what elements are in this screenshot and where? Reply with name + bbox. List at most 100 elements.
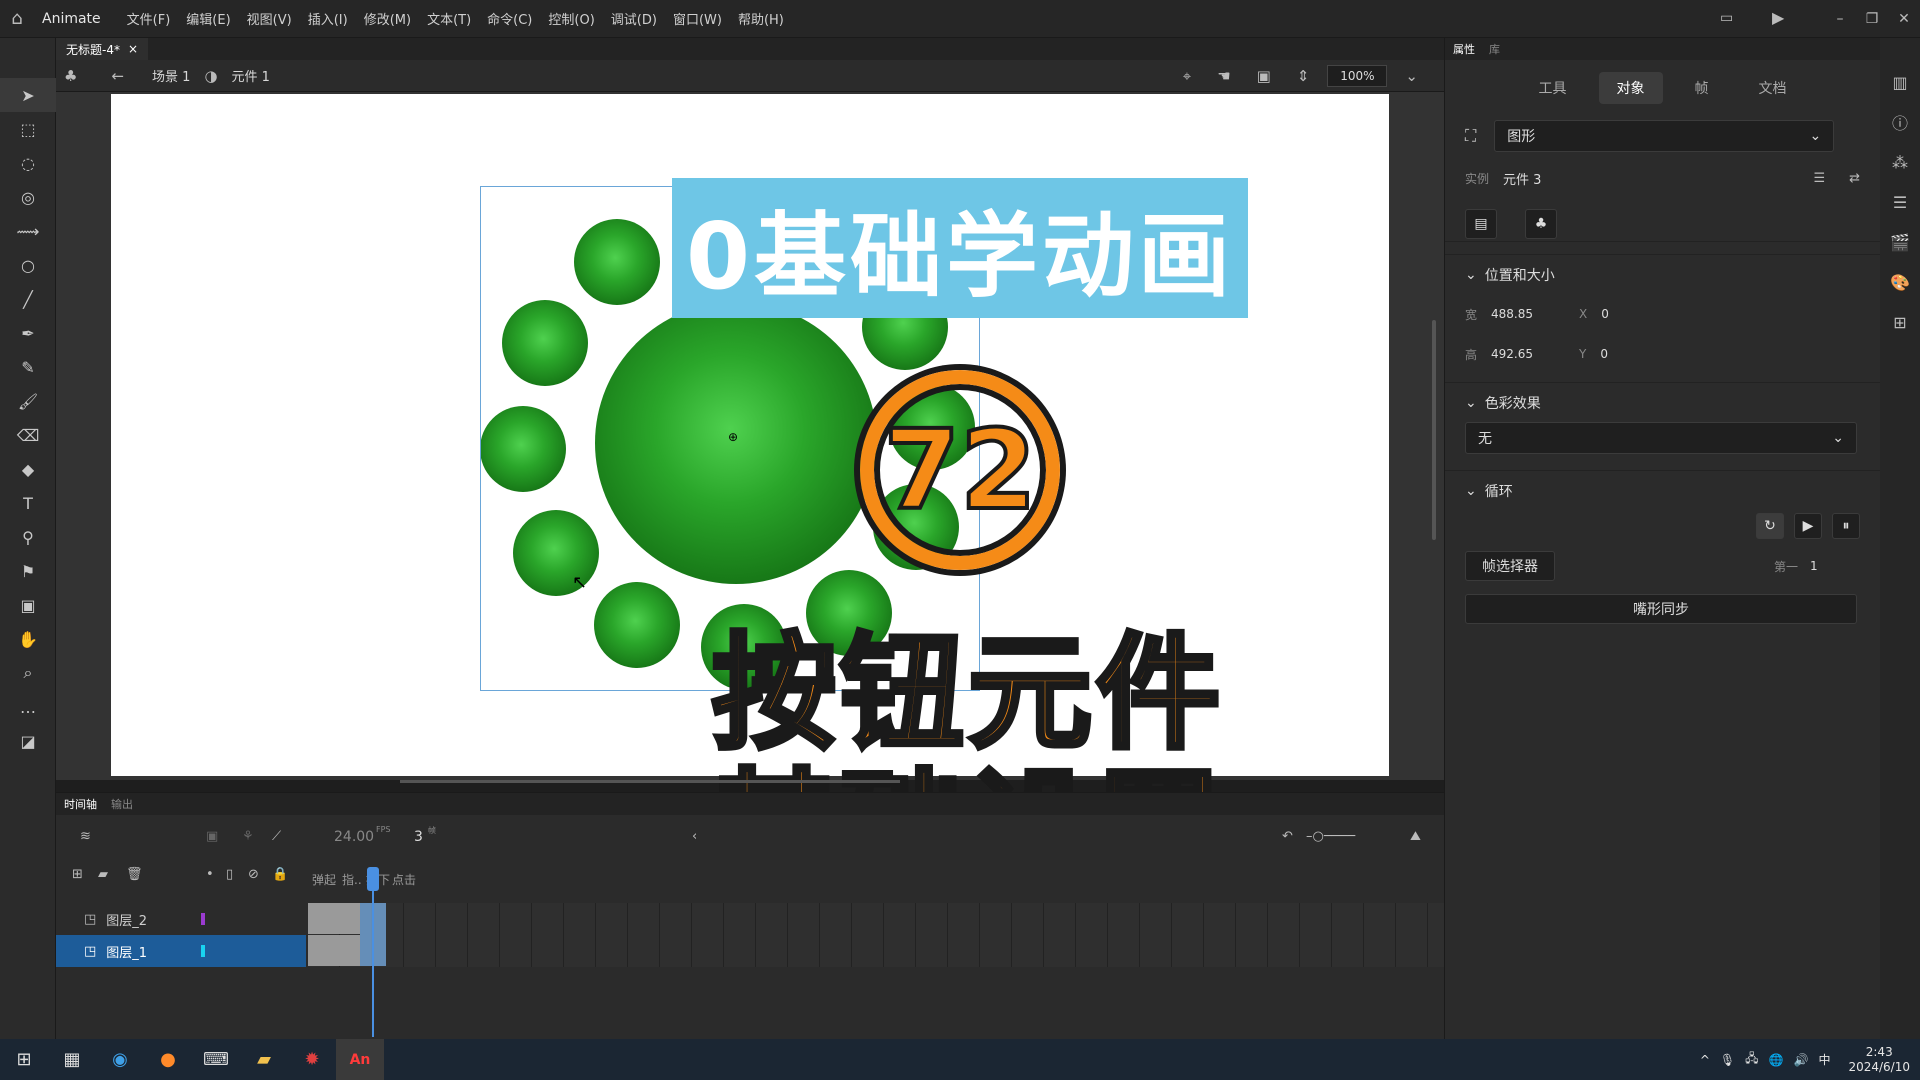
- hand-tool-icon[interactable]: ✋: [0, 622, 56, 656]
- task-view-icon[interactable]: ▦: [48, 1039, 96, 1080]
- stage-hand-icon[interactable]: ☚: [1209, 67, 1238, 85]
- workspace-icon[interactable]: ▭: [1720, 10, 1733, 26]
- motion-presets-icon[interactable]: ⁂: [1880, 142, 1920, 182]
- menu-window[interactable]: 窗口(W): [665, 9, 730, 28]
- align-icon[interactable]: ☰: [1880, 182, 1920, 222]
- edit-symbol-icon[interactable]: ▤: [1465, 208, 1497, 239]
- single-frame-icon[interactable]: ⏸: [1832, 513, 1860, 539]
- stroke-fill-color-icon[interactable]: ◪: [0, 724, 56, 758]
- mountain-icon[interactable]: ⛰: [1410, 829, 1421, 844]
- firefox-icon[interactable]: ●: [144, 1039, 192, 1080]
- layer-name[interactable]: 图层_1: [106, 942, 147, 961]
- outline-icon[interactable]: ▯: [226, 867, 233, 882]
- windows-start-icon[interactable]: ⊞: [0, 1039, 48, 1080]
- folder-icon[interactable]: ▰: [98, 867, 108, 882]
- tab-object[interactable]: 对象: [1598, 72, 1663, 104]
- keyframe-span[interactable]: [308, 935, 360, 966]
- new-layer-icon[interactable]: ⊞: [72, 867, 83, 882]
- loop-section[interactable]: ⌄ 循环: [1445, 470, 1880, 510]
- layers-icon[interactable]: ≋: [80, 829, 91, 844]
- menu-help[interactable]: 帮助(H): [730, 9, 792, 28]
- brush-icon[interactable]: 🖌: [0, 384, 56, 418]
- zoom-dropdown-icon[interactable]: ⌄: [1397, 67, 1426, 85]
- pen-tool-icon[interactable]: ✒: [0, 316, 56, 350]
- layer-row[interactable]: ◳ 图层_2: [56, 903, 306, 935]
- keyframe-span[interactable]: [308, 903, 360, 934]
- globe-icon[interactable]: 🌐: [1769, 1053, 1784, 1067]
- tab-document[interactable]: 文档: [1741, 72, 1805, 104]
- animate-taskbar-icon[interactable]: An: [336, 1039, 384, 1080]
- app-icon[interactable]: ✹: [288, 1039, 336, 1080]
- prev-frame-icon[interactable]: ‹: [692, 829, 697, 844]
- timeline-zoom-slider[interactable]: –○────: [1306, 829, 1355, 844]
- frame-picker-button[interactable]: 帧选择器: [1465, 551, 1555, 581]
- bone-tool-icon[interactable]: ⟿: [0, 214, 56, 248]
- network-icon[interactable]: 🖧: [1745, 1049, 1758, 1070]
- color-swatches-icon[interactable]: 🎨: [1880, 262, 1920, 302]
- eraser-icon[interactable]: ⌫: [0, 418, 56, 452]
- height-value[interactable]: 492.65: [1491, 347, 1551, 361]
- scene-icon[interactable]: 🎬: [1880, 222, 1920, 262]
- loop-icon[interactable]: ↻: [1756, 513, 1784, 539]
- zoom-field[interactable]: 100%: [1327, 65, 1388, 87]
- horizontal-scrollbar[interactable]: [400, 780, 900, 783]
- text-tool-icon[interactable]: T: [0, 486, 56, 520]
- position-size-section[interactable]: ⌄ 位置和大小: [1445, 254, 1880, 294]
- clip-icon[interactable]: ▣: [1249, 67, 1279, 85]
- document-tab[interactable]: 无标题-4* ×: [56, 38, 149, 60]
- minimize-icon[interactable]: –: [1824, 0, 1856, 38]
- first-frame-value[interactable]: 1: [1810, 559, 1860, 573]
- tab-timeline[interactable]: 时间轴: [64, 796, 97, 812]
- menu-file[interactable]: 文件(F): [119, 9, 179, 28]
- play-icon[interactable]: ▶: [1772, 8, 1784, 27]
- y-value[interactable]: 0: [1600, 347, 1608, 361]
- file-explorer-icon[interactable]: ▰: [240, 1039, 288, 1080]
- menu-debug[interactable]: 调试(D): [603, 9, 665, 28]
- snap-icon[interactable]: ⌖: [1175, 67, 1199, 85]
- keyboard-icon[interactable]: ⌨: [192, 1039, 240, 1080]
- breadcrumb-symbol[interactable]: 元件 1: [226, 66, 276, 85]
- info-icon[interactable]: ⓘ: [1880, 102, 1920, 142]
- 3d-rotation-icon[interactable]: ◎: [0, 180, 56, 214]
- lip-sync-button[interactable]: 嘴形同步: [1465, 594, 1857, 624]
- tab-library[interactable]: 库: [1489, 41, 1500, 57]
- pin-icon[interactable]: ⚑: [0, 554, 56, 588]
- clock[interactable]: 2:43 2024/6/10: [1848, 1045, 1910, 1075]
- playhead-handle[interactable]: [367, 867, 379, 891]
- back-arrow-icon[interactable]: ←: [103, 67, 132, 85]
- zoom-stepper-icon[interactable]: ⇕: [1289, 67, 1318, 85]
- tab-frame[interactable]: 帧: [1677, 72, 1727, 104]
- menu-view[interactable]: 视图(V): [239, 9, 300, 28]
- camera-icon[interactable]: ▣: [0, 588, 56, 622]
- ime-indicator[interactable]: 中: [1818, 1051, 1830, 1068]
- play-once-icon[interactable]: ▶: [1794, 513, 1822, 539]
- layer-frames[interactable]: [308, 935, 1444, 967]
- color-effect-section[interactable]: ⌄ 色彩效果: [1445, 382, 1880, 422]
- parent-layer-icon[interactable]: ⚘: [242, 829, 254, 844]
- trash-icon[interactable]: 🗑: [126, 867, 143, 882]
- layer-color-swatch[interactable]: [201, 913, 206, 925]
- visibility-icon[interactable]: ⊘: [248, 867, 259, 882]
- line-tool-icon[interactable]: ╱: [0, 282, 56, 316]
- close-icon[interactable]: ✕: [1888, 0, 1920, 38]
- layer-name[interactable]: 图层_2: [106, 910, 147, 929]
- tab-properties[interactable]: 属性: [1453, 41, 1475, 57]
- menu-control[interactable]: 控制(O): [540, 9, 602, 28]
- restore-icon[interactable]: ❐: [1856, 0, 1888, 38]
- menu-commands[interactable]: 命令(C): [479, 9, 540, 28]
- library-symbol-icon[interactable]: ♣: [1525, 208, 1557, 239]
- menu-modify[interactable]: 修改(M): [356, 9, 419, 28]
- vertical-scrollbar[interactable]: [1432, 320, 1436, 540]
- volume-icon[interactable]: 🔊: [1794, 1053, 1809, 1067]
- highlight-icon[interactable]: •: [206, 867, 214, 882]
- library-panel-icon[interactable]: ▥: [1880, 62, 1920, 102]
- tab-tool[interactable]: 工具: [1521, 72, 1585, 104]
- more-tools-icon[interactable]: …: [0, 690, 56, 724]
- playhead[interactable]: [372, 867, 374, 1037]
- zoom-tool-icon[interactable]: ⌕: [0, 656, 56, 690]
- pencil-icon[interactable]: ✎: [0, 350, 56, 384]
- layer-frames[interactable]: [308, 903, 1444, 935]
- oval-tool-icon[interactable]: ○: [0, 248, 56, 282]
- symbol-type-dropdown[interactable]: 图形 ⌄: [1494, 120, 1835, 152]
- menu-text[interactable]: 文本(T): [419, 9, 479, 28]
